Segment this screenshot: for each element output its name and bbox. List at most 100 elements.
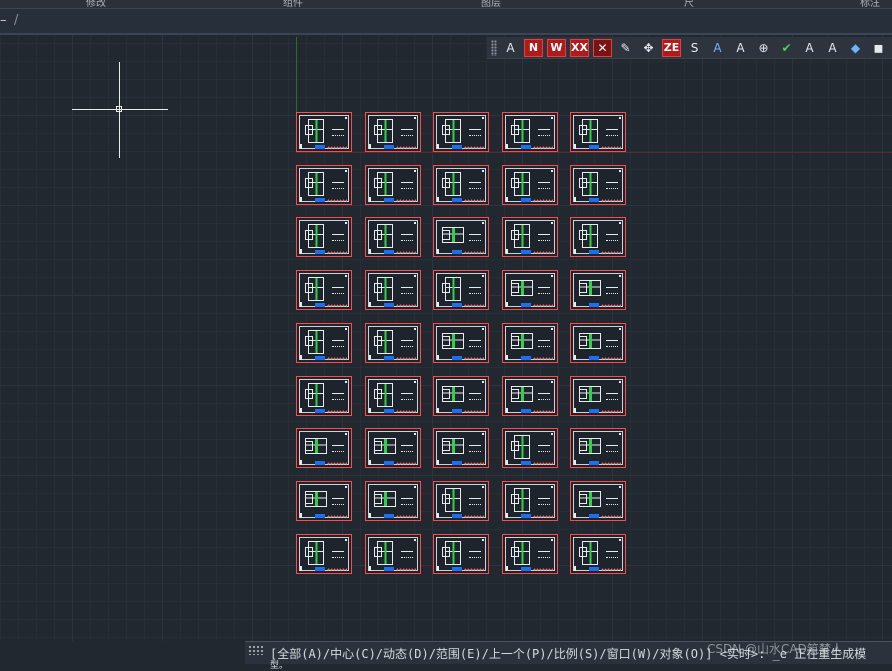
sheet-tblock <box>464 515 484 518</box>
drawing-sheet[interactable] <box>365 112 421 152</box>
drawing-sheet[interactable] <box>296 323 352 363</box>
delete-text-icon[interactable]: XX <box>570 38 589 57</box>
drawing-sheet[interactable] <box>502 534 558 574</box>
menu-item[interactable]: 修改 <box>86 0 106 8</box>
drawing-sheet[interactable] <box>570 428 626 468</box>
sheet-blue-bar <box>315 145 325 149</box>
ucs-x-axis <box>296 152 892 153</box>
sheet-plan2 <box>511 125 519 135</box>
drawing-sheet[interactable] <box>570 270 626 310</box>
drawing-sheet[interactable] <box>502 217 558 257</box>
text-w-icon[interactable]: W <box>547 38 566 57</box>
sheet-plan2 <box>305 389 313 399</box>
text-a-icon[interactable]: A <box>501 39 520 57</box>
sheet-tblock <box>601 304 621 307</box>
text-edit-icon[interactable]: A <box>731 39 750 57</box>
drawing-sheet[interactable] <box>570 165 626 205</box>
menu-item[interactable]: 组件 <box>283 0 303 8</box>
sheet-mark <box>437 302 439 307</box>
drawing-sheet[interactable] <box>570 323 626 363</box>
menu-item[interactable]: 标注 <box>860 0 880 8</box>
drawing-sheet[interactable] <box>433 376 489 416</box>
sheet-dot <box>414 222 416 224</box>
drawing-sheet[interactable] <box>433 217 489 257</box>
sheet-mark <box>506 302 508 307</box>
drawing-sheet[interactable] <box>296 270 352 310</box>
drawing-sheet[interactable] <box>433 481 489 521</box>
sheet-mark <box>300 566 302 571</box>
drawing-sheet[interactable] <box>433 323 489 363</box>
sheet-mark <box>506 355 508 360</box>
text-s-icon[interactable]: S <box>685 39 704 57</box>
drawing-sheet[interactable] <box>570 481 626 521</box>
drawing-sheet[interactable] <box>296 428 352 468</box>
menu-item[interactable]: 图层 <box>481 0 501 8</box>
drawing-sheet[interactable] <box>365 217 421 257</box>
drawing-sheet[interactable] <box>365 165 421 205</box>
drawing-sheet[interactable] <box>502 165 558 205</box>
drawing-sheet[interactable] <box>296 217 352 257</box>
drawing-sheet[interactable] <box>365 323 421 363</box>
sheet-note <box>401 551 413 558</box>
drawing-sheet[interactable] <box>296 376 352 416</box>
text-align-icon[interactable]: A <box>823 39 842 57</box>
sheet-note <box>538 498 550 505</box>
drawing-sheet[interactable] <box>296 165 352 205</box>
sheet-mark <box>574 144 576 149</box>
sheet-note <box>332 393 344 400</box>
drawing-sheet[interactable] <box>365 534 421 574</box>
text-underline-icon[interactable]: A <box>708 39 727 57</box>
sheet-plan2 <box>374 125 382 135</box>
menu-strip: 修改 组件 图层 尺 标注 <box>0 0 892 9</box>
toolbar-grip-handle[interactable] <box>491 39 497 56</box>
drawing-sheet[interactable] <box>502 270 558 310</box>
sheet-dot <box>551 486 553 488</box>
drawing-sheet[interactable] <box>433 270 489 310</box>
sheet-note <box>332 182 344 189</box>
drawing-sheet[interactable] <box>502 481 558 521</box>
drawing-sheet[interactable] <box>433 112 489 152</box>
menu-item[interactable]: 尺 <box>684 0 694 8</box>
text-n-icon[interactable]: N <box>524 38 543 57</box>
text-ze-icon[interactable]: ZE <box>662 38 681 57</box>
drawing-sheet[interactable] <box>570 534 626 574</box>
zoom-text-icon[interactable]: ⊕ <box>754 39 773 57</box>
sheet-mark <box>300 408 302 413</box>
sheet-dot <box>345 170 347 172</box>
sheet-mark <box>437 460 439 465</box>
brush-icon[interactable]: ✎ <box>616 39 635 57</box>
text-style-icon[interactable]: A <box>800 39 819 57</box>
drawing-sheet[interactable] <box>570 376 626 416</box>
drawing-sheet[interactable] <box>502 112 558 152</box>
move-icon[interactable]: ✥ <box>639 39 658 57</box>
sheet-tblock <box>396 410 416 413</box>
drawing-sheet[interactable] <box>296 481 352 521</box>
drawing-sheet[interactable] <box>296 112 352 152</box>
drawing-sheet[interactable] <box>570 112 626 152</box>
remove-icon[interactable]: ✕ <box>593 38 612 57</box>
sheet-tblock <box>601 568 621 571</box>
sheet-dot <box>619 328 621 330</box>
drawing-sheet[interactable] <box>502 323 558 363</box>
drawing-sheet[interactable] <box>365 428 421 468</box>
sheet-blue-bar <box>384 145 394 149</box>
drawing-sheet[interactable] <box>365 481 421 521</box>
drawing-sheet[interactable] <box>365 376 421 416</box>
drawing-sheet[interactable] <box>433 428 489 468</box>
sheet-blue-bar <box>589 567 599 571</box>
tab-collapse-button[interactable]: – <box>0 13 7 28</box>
drawing-sheet[interactable] <box>433 165 489 205</box>
sheet-tblock <box>533 515 553 518</box>
drawing-sheet[interactable] <box>570 217 626 257</box>
drawing-sheet[interactable] <box>502 376 558 416</box>
sheet-blue-bar <box>452 198 462 202</box>
sheet-plan2 <box>579 441 587 451</box>
drawing-sheet[interactable] <box>433 534 489 574</box>
drawing-sheet[interactable] <box>365 270 421 310</box>
blocks-icon[interactable]: ◆ <box>846 39 865 57</box>
spellcheck-icon[interactable]: ✔ <box>777 39 796 57</box>
command-line-grip-icon[interactable] <box>248 645 264 655</box>
layers-icon[interactable]: ◼ <box>869 39 888 57</box>
drawing-sheet[interactable] <box>296 534 352 574</box>
drawing-sheet[interactable] <box>502 428 558 468</box>
